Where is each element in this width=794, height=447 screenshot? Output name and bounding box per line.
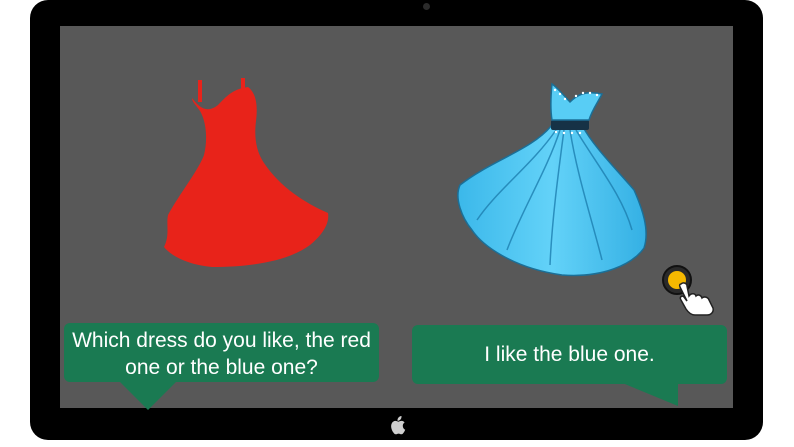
slide-stage: Which dress do you like, the red one or … — [0, 0, 794, 447]
question-text: Which dress do you like, the red one or … — [72, 329, 371, 379]
question-bubble: Which dress do you like, the red one or … — [64, 323, 379, 382]
apple-logo-icon — [391, 416, 406, 435]
answer-bubble: I like the blue one. — [412, 325, 727, 384]
answer-bubble-tail — [620, 382, 678, 406]
question-bubble-tail — [118, 380, 178, 410]
blue-dress-image[interactable] — [452, 80, 650, 280]
answer-text: I like the blue one. — [484, 343, 655, 366]
camera-icon — [423, 3, 430, 10]
tap-button[interactable] — [661, 264, 719, 316]
red-dress-image[interactable] — [160, 75, 335, 275]
tap-hand-icon — [678, 282, 714, 316]
